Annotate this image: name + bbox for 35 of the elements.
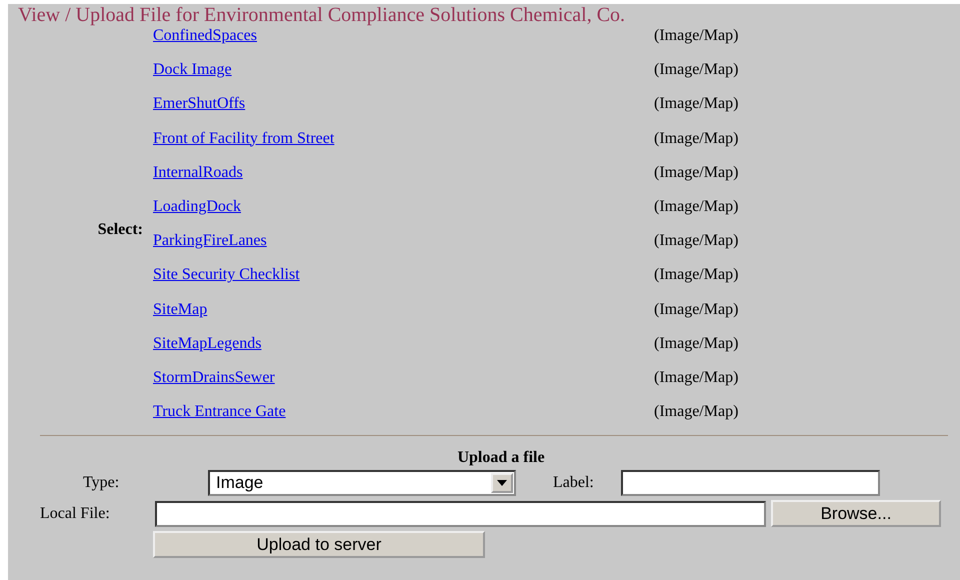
file-link[interactable]: Site Security Checklist xyxy=(145,264,300,286)
file-type: (Image/Map) xyxy=(654,300,738,320)
file-link[interactable]: Truck Entrance Gate xyxy=(145,401,286,424)
file-type: (Image/Map) xyxy=(654,26,738,46)
file-type: (Image/Map) xyxy=(654,196,738,217)
local-file-input-field[interactable] xyxy=(155,500,766,527)
file-type: (Image/Map) xyxy=(654,334,738,354)
file-type: (Image/Map) xyxy=(654,368,738,388)
page-title: View / Upload File for Environmental Compliance Solutions Chemical, Co. xyxy=(17,4,626,26)
browse-button[interactable]: Browse... xyxy=(771,500,941,528)
file-type: (Image/Map) xyxy=(654,402,738,422)
file-type: (Image/Map) xyxy=(654,60,738,80)
field-label: Type: xyxy=(83,474,120,492)
file-type: (Image/Map) xyxy=(654,231,738,252)
file-link[interactable]: ParkingFireLanes xyxy=(145,230,267,252)
select-label: Select: xyxy=(98,221,144,240)
file-type: (Image/Map) xyxy=(654,162,738,183)
file-link[interactable]: StormDrainsSewer xyxy=(145,366,275,389)
file-type: (Image/Map) xyxy=(654,265,738,286)
field-label: Local File: xyxy=(40,504,111,523)
type-dropdown[interactable]: Image xyxy=(208,470,516,496)
file-link[interactable]: LoadingDock xyxy=(145,196,241,218)
file-type: (Image/Map) xyxy=(654,94,738,114)
label-input-field[interactable] xyxy=(621,470,880,496)
file-type: (Image/Map) xyxy=(654,128,738,149)
file-link[interactable]: InternalRoads xyxy=(145,162,243,184)
file-link[interactable]: ConfinedSpaces xyxy=(145,25,257,47)
file-link[interactable]: SiteMapLegends xyxy=(145,332,262,355)
upload-button[interactable]: Upload to server xyxy=(153,531,485,558)
file-link[interactable]: EmerShutOffs xyxy=(145,93,246,116)
file-link[interactable]: Front of Facility from Street xyxy=(145,128,334,150)
file-link[interactable]: SiteMap xyxy=(145,298,208,320)
section-heading: Upload a file xyxy=(456,449,545,468)
file-link[interactable]: Dock Image xyxy=(145,59,232,82)
field-label: Label: xyxy=(553,474,595,492)
